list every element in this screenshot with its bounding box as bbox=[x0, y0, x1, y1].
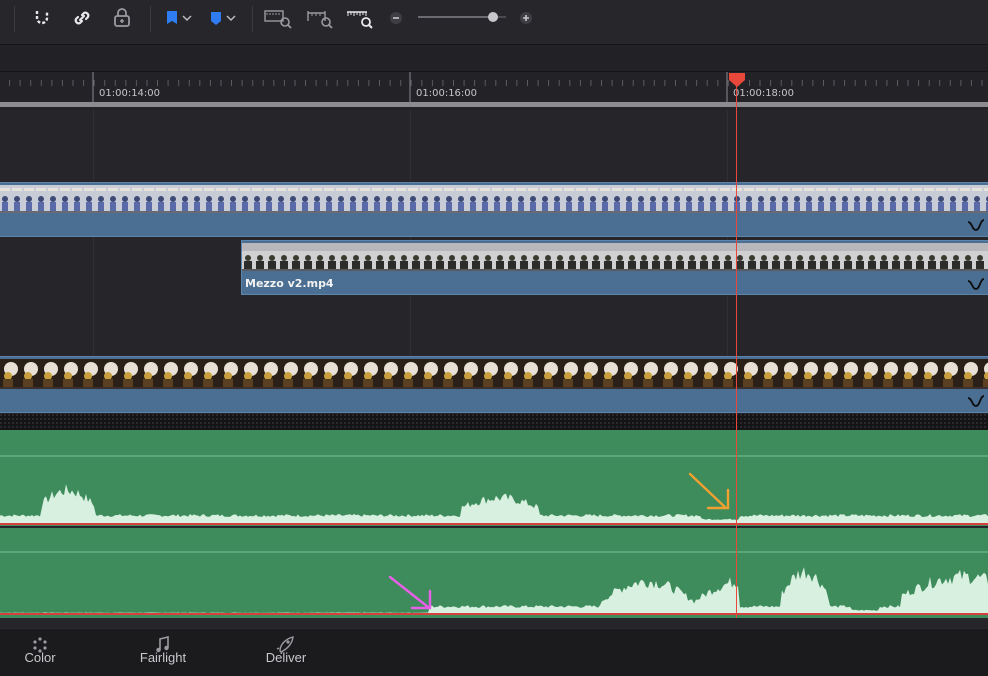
snapping-icon[interactable] bbox=[28, 6, 56, 30]
zoom-slider-handle[interactable] bbox=[487, 12, 498, 22]
zoom-custom-icon[interactable] bbox=[344, 6, 376, 30]
page-tab-color[interactable]: Color bbox=[0, 630, 80, 665]
orange-annotation-arrow-icon bbox=[688, 472, 730, 510]
zoom-full-icon[interactable] bbox=[262, 6, 294, 30]
flag-dropdown-chevron-down-icon[interactable] bbox=[178, 6, 196, 30]
clip-thumbnails bbox=[0, 359, 988, 389]
audio-waveform bbox=[0, 455, 988, 525]
marker-dropdown-chevron-down-icon[interactable] bbox=[222, 6, 240, 30]
clip-thumbnails bbox=[242, 243, 988, 271]
toolbar-separator bbox=[14, 6, 15, 32]
ruler-timecode: 01:00:18:00 bbox=[733, 88, 795, 99]
video-clip-middle[interactable]: Mezzo v2.mp4 bbox=[241, 240, 988, 295]
zoom-slider-fill bbox=[418, 16, 493, 18]
clip-name: Mezzo v2.mp4 bbox=[245, 277, 334, 290]
link-icon[interactable] bbox=[68, 6, 96, 30]
page-tab-deliver[interactable]: Deliver bbox=[246, 630, 326, 665]
ruler-range-bar bbox=[0, 102, 988, 107]
color-page-icon bbox=[30, 636, 50, 658]
zoom-out-icon[interactable] bbox=[384, 6, 408, 30]
zoom-in-icon[interactable] bbox=[514, 6, 538, 30]
zoom-slider[interactable] bbox=[418, 12, 506, 22]
audio-clip-a2[interactable] bbox=[0, 528, 988, 618]
audio-waveform bbox=[0, 551, 988, 615]
zoom-detail-icon[interactable] bbox=[304, 6, 336, 30]
clip-thumbnails bbox=[0, 185, 988, 213]
toolbar-separator bbox=[150, 6, 151, 32]
toolbar-separator bbox=[252, 6, 253, 32]
playhead-line[interactable] bbox=[736, 84, 737, 618]
page-tab-fairlight[interactable]: Fairlight bbox=[123, 630, 203, 665]
video-clip-bottom[interactable] bbox=[0, 356, 988, 413]
lock-position-icon[interactable] bbox=[108, 6, 136, 30]
video-clip-top[interactable] bbox=[0, 182, 988, 237]
track-divider bbox=[0, 414, 988, 430]
audio-clip-a1[interactable] bbox=[0, 430, 988, 526]
clip-curve-icon[interactable] bbox=[967, 217, 985, 236]
ruler-timecode: 01:00:14:00 bbox=[99, 88, 161, 99]
deliver-page-icon bbox=[276, 636, 296, 658]
ruler-timecode: 01:00:16:00 bbox=[416, 88, 478, 99]
clip-curve-icon[interactable] bbox=[967, 276, 985, 295]
clip-curve-icon[interactable] bbox=[967, 393, 985, 412]
timeline-toolbar bbox=[0, 0, 988, 45]
pink-annotation-arrow-icon bbox=[388, 575, 432, 610]
timeline-subbar bbox=[0, 45, 988, 72]
playhead-handle-icon[interactable] bbox=[728, 72, 746, 88]
fairlight-page-icon bbox=[153, 635, 173, 658]
